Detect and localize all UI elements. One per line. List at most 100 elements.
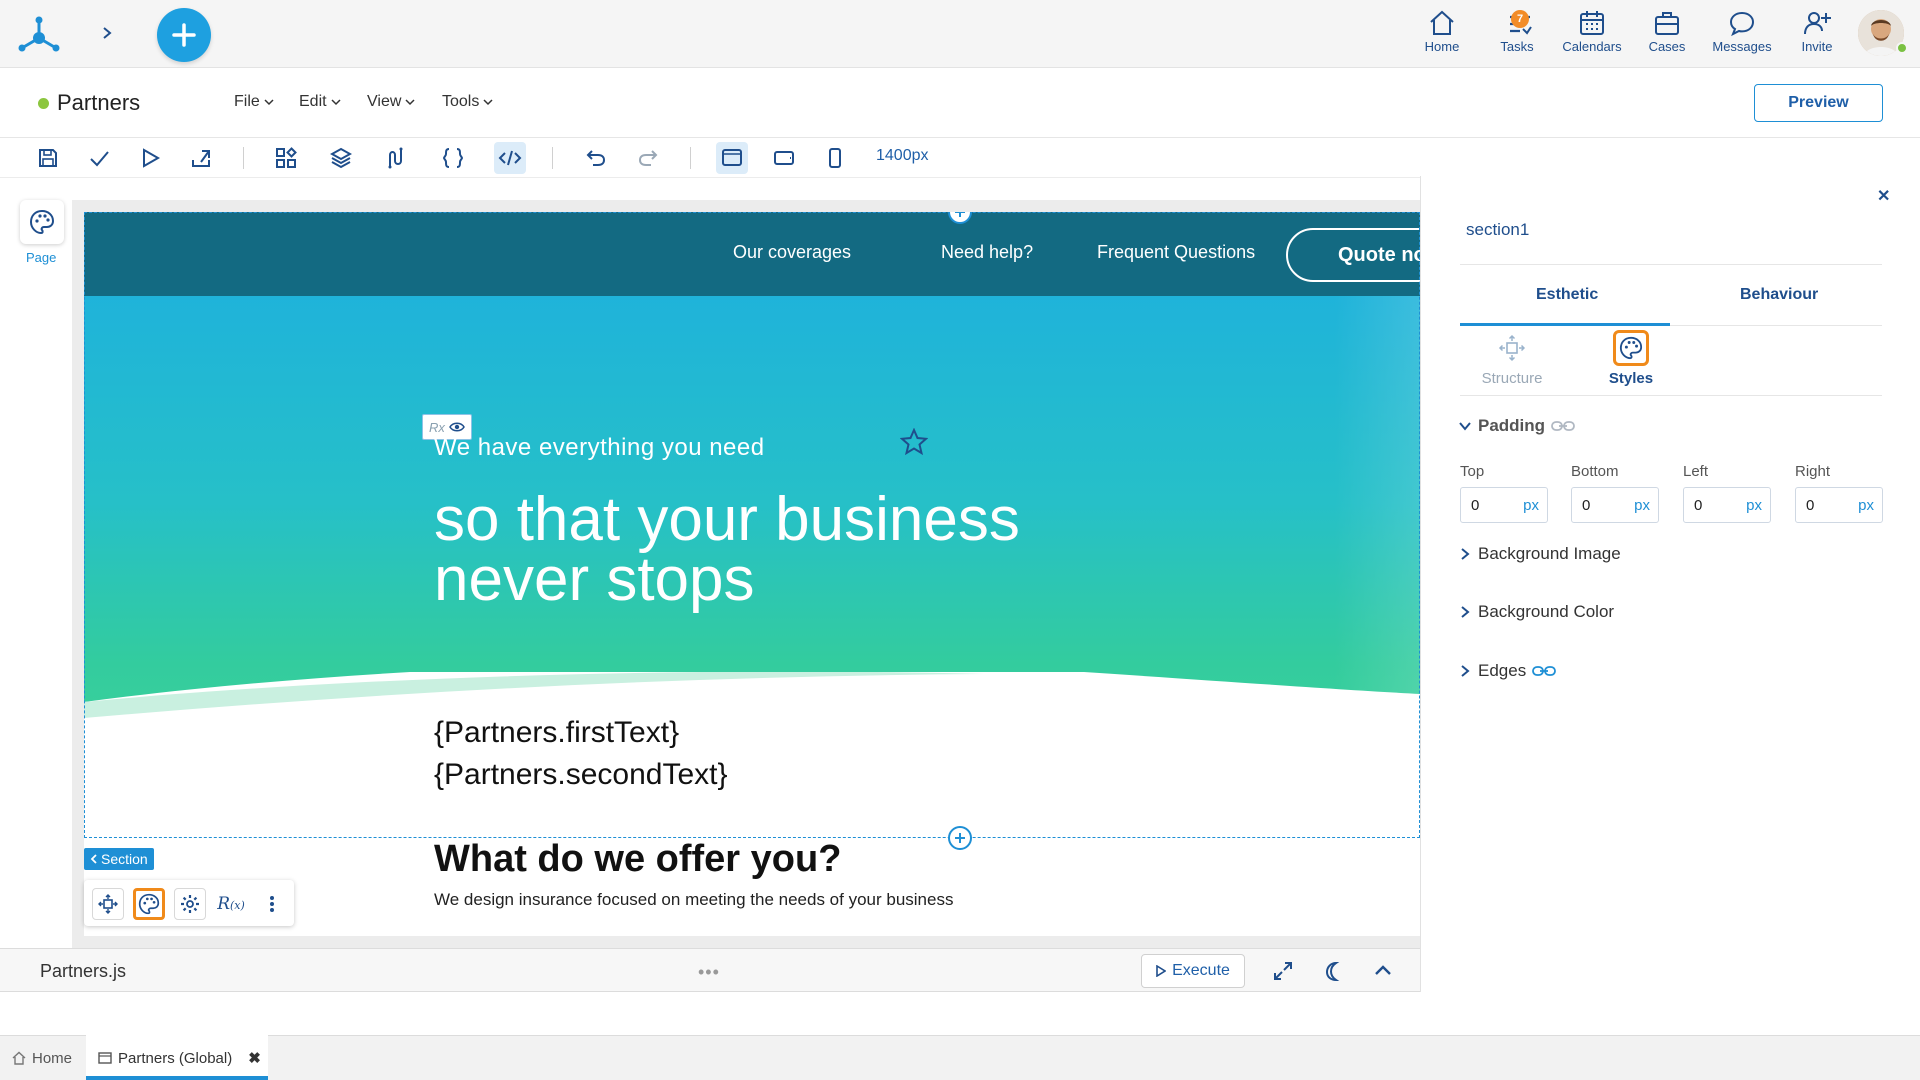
braces-icon[interactable] [437, 142, 469, 174]
padding-right-input[interactable]: 0 px [1795, 487, 1883, 523]
rx-function-icon[interactable]: R(x) [215, 888, 247, 920]
divider [1460, 264, 1882, 265]
padding-top-input[interactable]: 0 px [1460, 487, 1548, 523]
padding-right-value: 0 [1806, 496, 1815, 514]
resize-handle[interactable]: ••• [698, 962, 720, 983]
close-tab-icon[interactable]: ✖ [248, 1049, 261, 1067]
code-file-name[interactable]: Partners.js [40, 961, 126, 982]
document-status-dot [38, 98, 49, 109]
section-breadcrumb-tag[interactable]: Section [84, 848, 154, 870]
tab-esthetic[interactable]: Esthetic [1536, 286, 1598, 304]
play-icon [1156, 965, 1167, 977]
layers-icon[interactable] [325, 142, 357, 174]
site-link-faq[interactable]: Frequent Questions [1097, 242, 1255, 263]
publish-icon[interactable] [185, 142, 217, 174]
app-logo-icon[interactable] [16, 12, 62, 56]
chevron-right-icon [1461, 665, 1470, 677]
chevron-up-icon[interactable] [1368, 956, 1398, 986]
padding-bottom-input[interactable]: 0 px [1571, 487, 1659, 523]
redo-icon[interactable] [632, 142, 664, 174]
hero-kicker-text[interactable]: We have everything you need [434, 434, 765, 462]
site-navbar[interactable]: Our coverages Need help? Frequent Questi… [84, 212, 1420, 296]
hero-title[interactable]: so that your business never stops [434, 489, 1134, 611]
toolbar-divider [552, 147, 553, 169]
tablet-view-icon[interactable] [768, 142, 800, 174]
star-icon[interactable] [900, 428, 928, 456]
offer-text[interactable]: We design insurance focused on meeting t… [434, 890, 953, 910]
move-icon[interactable] [92, 888, 124, 920]
design-canvas[interactable]: Our coverages Need help? Frequent Questi… [84, 212, 1420, 936]
settings-gear-icon[interactable] [174, 888, 206, 920]
tab-behaviour[interactable]: Behaviour [1740, 286, 1818, 304]
subtab-styles[interactable]: Styles [1581, 330, 1681, 387]
run-play-icon[interactable] [134, 142, 166, 174]
nav-invite[interactable]: Invite [1781, 8, 1853, 60]
nav-messages[interactable]: Messages [1706, 8, 1778, 60]
more-vertical-icon[interactable] [256, 888, 288, 920]
nav-tasks[interactable]: 7 Tasks [1481, 8, 1553, 60]
second-text-variable[interactable]: {Partners.secondText} [434, 758, 728, 792]
section-toolbar: R(x) [84, 880, 294, 926]
section-tag-label: Section [101, 851, 148, 867]
window-tab-home[interactable]: Home [12, 1041, 72, 1075]
padding-section-header[interactable]: Padding [1458, 416, 1575, 436]
undo-icon[interactable] [580, 142, 612, 174]
background-color-section-header[interactable]: Background Color [1458, 602, 1614, 622]
link-icon[interactable] [1551, 419, 1575, 433]
flow-icon[interactable] [380, 142, 412, 174]
menu-view[interactable]: View [367, 93, 415, 111]
padding-label: Padding [1478, 416, 1546, 435]
nav-cases[interactable]: Cases [1631, 8, 1703, 60]
close-icon[interactable]: ✕ [1877, 186, 1890, 206]
document-title: Partners [57, 90, 141, 115]
widgets-icon[interactable] [270, 142, 302, 174]
window-tab-partners-label: Partners (Global) [118, 1049, 233, 1067]
window-tab-home-label: Home [32, 1049, 73, 1067]
home-icon [1428, 8, 1456, 38]
padding-left-input[interactable]: 0 px [1683, 487, 1771, 523]
subtab-structure[interactable]: Structure [1462, 330, 1562, 387]
padding-top-unit: px [1523, 496, 1539, 514]
palette-icon [29, 209, 55, 235]
chevron-right-icon [1461, 606, 1470, 618]
edges-label: Edges [1478, 661, 1527, 680]
background-image-section-header[interactable]: Background Image [1458, 544, 1621, 564]
save-icon[interactable] [32, 142, 64, 174]
document-title-bar [0, 68, 1920, 138]
add-section-below-icon[interactable] [948, 826, 972, 850]
desktop-view-icon[interactable] [716, 142, 748, 174]
edges-section-header[interactable]: Edges [1458, 661, 1557, 681]
quote-button[interactable]: Quote no [1286, 228, 1420, 282]
link-icon[interactable] [1532, 664, 1557, 678]
execute-button[interactable]: Execute [1141, 954, 1245, 988]
expand-icon[interactable] [1268, 956, 1298, 986]
menu-tools[interactable]: Tools [442, 93, 493, 111]
page-styles-button[interactable] [20, 200, 64, 244]
toolbar-divider [243, 147, 244, 169]
toolbar-divider [690, 147, 691, 169]
nav-home[interactable]: Home [1406, 8, 1478, 60]
active-tab-indicator [1460, 323, 1670, 326]
window-tab-partners[interactable]: Partners (Global) ✖ [98, 1041, 261, 1075]
offer-title[interactable]: What do we offer you? [434, 838, 841, 881]
chat-icon [1728, 8, 1756, 38]
styles-palette-icon[interactable] [133, 888, 165, 920]
styles-palette-icon [1613, 330, 1649, 366]
left-rail [0, 178, 72, 948]
menu-file[interactable]: File [234, 93, 274, 111]
site-link-coverages[interactable]: Our coverages [733, 242, 851, 263]
menu-tools-label: Tools [442, 93, 480, 110]
first-text-variable[interactable]: {Partners.firstText} [434, 716, 679, 750]
add-new-button[interactable] [157, 8, 211, 62]
site-link-help[interactable]: Need help? [941, 242, 1033, 263]
mobile-view-icon[interactable] [819, 142, 851, 174]
validate-check-icon[interactable] [83, 142, 115, 174]
menu-edit[interactable]: Edit [299, 93, 341, 111]
expand-menu-chevron-icon[interactable] [92, 18, 122, 48]
chevron-down-icon [331, 99, 341, 106]
briefcase-icon [1653, 8, 1681, 38]
preview-button[interactable]: Preview [1754, 84, 1883, 122]
code-view-icon[interactable] [494, 142, 526, 174]
dark-mode-moon-icon[interactable] [1318, 956, 1348, 986]
nav-calendars[interactable]: Calendars [1556, 8, 1628, 60]
